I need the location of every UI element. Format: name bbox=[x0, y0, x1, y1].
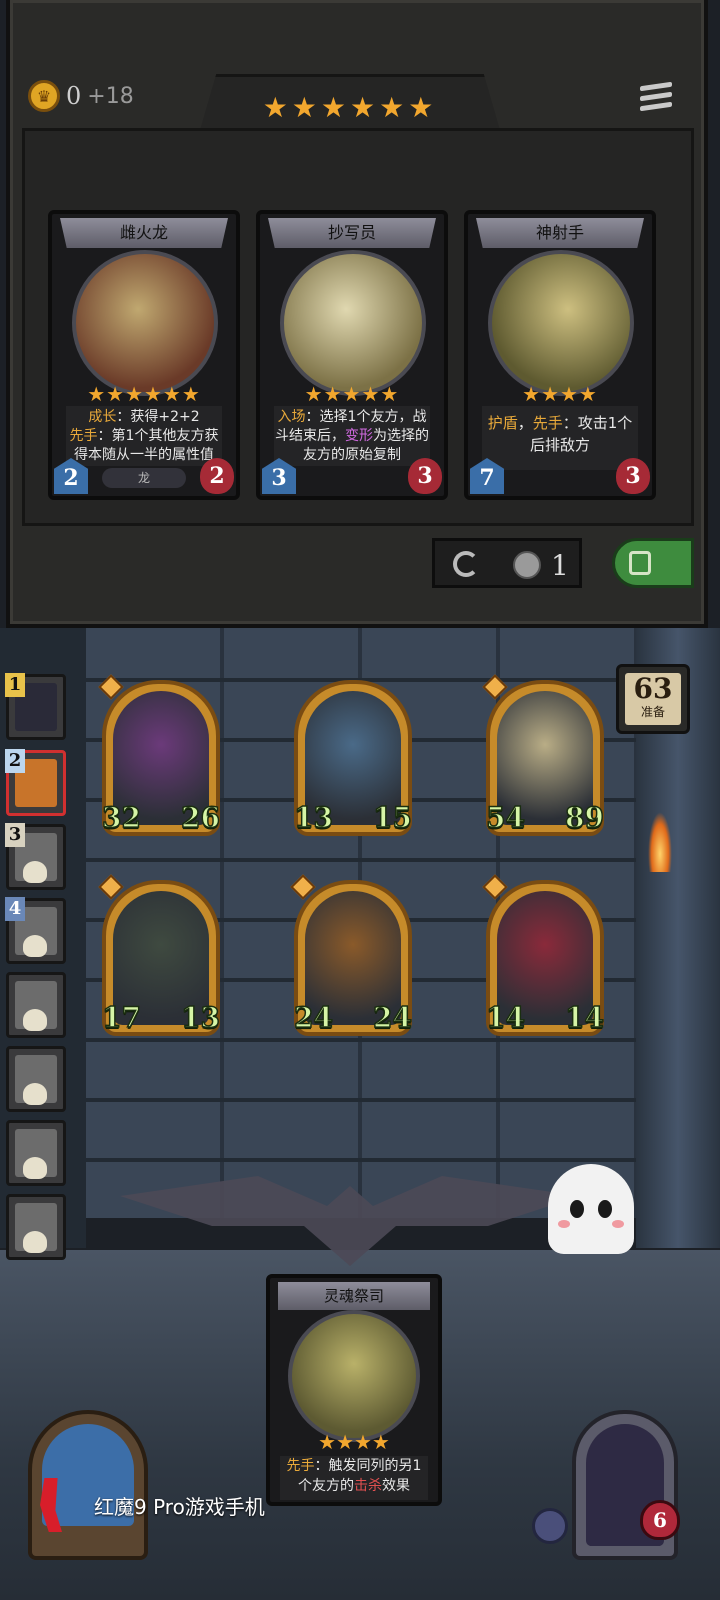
card-description: 先手：触发同列的另1个友方的击杀效果 bbox=[280, 1456, 428, 1500]
health-value: 3 bbox=[616, 458, 650, 494]
card-description: 入场：选择1个友方，战斗结束后，变形为选择的友方的原始复制 bbox=[274, 406, 430, 466]
ghost-eye bbox=[570, 1200, 584, 1218]
skull-icon bbox=[23, 1083, 47, 1105]
rank-badge: 4 bbox=[5, 897, 25, 921]
ghost-eye bbox=[598, 1200, 612, 1218]
card-title: 雌火龙 bbox=[60, 218, 228, 248]
desc-text: 效果 bbox=[382, 1478, 410, 1494]
roster-player-self[interactable]: 2 bbox=[5, 749, 66, 816]
skull-icon bbox=[23, 1157, 47, 1179]
skull-icon bbox=[23, 935, 47, 957]
round-number: 63 bbox=[633, 672, 673, 705]
shop-card[interactable]: 雌火龙 ★★★★★★ 成长：获得+2+2 先手：第1个其他友方获得本随从一半的属… bbox=[48, 210, 240, 500]
card-title: 抄写员 bbox=[268, 218, 436, 248]
card-stars: ★★★★ bbox=[318, 1430, 390, 1454]
hand-card[interactable]: 灵魂祭司 ★★★★ 先手：触发同列的另1个友方的击杀效果 bbox=[266, 1274, 442, 1506]
keyword: 先手 bbox=[69, 428, 98, 444]
desc-text: ：获得+2+2 bbox=[116, 409, 200, 425]
keyword: 击杀 bbox=[354, 1478, 382, 1494]
skull-icon bbox=[23, 1231, 47, 1253]
minion-health: 24 bbox=[372, 1000, 412, 1035]
board-minion[interactable]: 17 13 bbox=[98, 874, 221, 1036]
keyword: 护盾 bbox=[487, 414, 518, 432]
ghost-cheek bbox=[612, 1220, 624, 1228]
round-label: 准备 bbox=[640, 705, 665, 719]
minion-attack: 14 bbox=[485, 1000, 525, 1035]
coin-icon bbox=[513, 551, 541, 579]
roster-player[interactable] bbox=[6, 1046, 66, 1112]
skull-icon bbox=[23, 861, 47, 883]
keyword: 成长 bbox=[88, 409, 117, 425]
board-minion[interactable]: 13 15 bbox=[293, 680, 413, 836]
board-minion[interactable]: 54 89 bbox=[482, 674, 605, 836]
shop-card[interactable]: 抄写员 ★★★★★ 入场：选择1个友方，战斗结束后，变形为选择的友方的原始复制 … bbox=[256, 210, 448, 500]
board-minion[interactable]: 32 26 bbox=[98, 674, 221, 836]
card-description: 成长：获得+2+2 先手：第1个其他友方获得本随从一半的属性值 bbox=[66, 406, 222, 466]
rank-badge: 3 bbox=[5, 823, 25, 847]
device-watermark: 红魔9 Pro游戏手机 bbox=[40, 1478, 265, 1532]
health-value: 3 bbox=[408, 458, 442, 494]
ghost-mascot[interactable] bbox=[548, 1164, 634, 1254]
rank-badge: 1 bbox=[5, 673, 25, 697]
lock-icon bbox=[629, 551, 651, 575]
crown-coin-icon: ♛ bbox=[28, 80, 60, 112]
card-portrait bbox=[72, 250, 218, 396]
watermark-text: 红魔9 Pro游戏手机 bbox=[94, 1494, 265, 1519]
round-counter: 63 准备 bbox=[616, 664, 690, 734]
desc-text: ， bbox=[517, 414, 533, 432]
card-stars: ★★★★★★ bbox=[87, 382, 201, 406]
card-portrait bbox=[288, 1310, 420, 1442]
ghost-cheek bbox=[558, 1220, 570, 1228]
keyword: 入场 bbox=[277, 409, 306, 425]
minion-health: 14 bbox=[564, 1000, 604, 1035]
refresh-button[interactable]: 1 bbox=[432, 538, 582, 588]
gold-amount: 0 bbox=[66, 82, 82, 110]
rank-badge: 2 bbox=[5, 749, 25, 773]
gold-income: +18 bbox=[87, 83, 134, 109]
shield-icon bbox=[532, 1508, 568, 1544]
tribe-label: 龙 bbox=[102, 468, 186, 488]
card-portrait bbox=[280, 250, 426, 396]
roster-player[interactable] bbox=[6, 972, 66, 1038]
minion-attack: 54 bbox=[485, 800, 525, 835]
minion-attack: 13 bbox=[293, 800, 333, 835]
roster-player[interactable] bbox=[6, 1194, 66, 1260]
minion-health: 89 bbox=[564, 800, 604, 835]
red-magic-logo-icon bbox=[40, 1478, 62, 1532]
minion-attack: 32 bbox=[101, 800, 141, 835]
menu-icon[interactable] bbox=[640, 81, 672, 116]
refresh-icon bbox=[453, 551, 479, 577]
roster-player[interactable] bbox=[6, 1120, 66, 1186]
refresh-cost: 1 bbox=[551, 549, 569, 582]
roster-player[interactable]: 4 bbox=[5, 897, 66, 964]
hero-health: 6 bbox=[640, 1500, 680, 1540]
card-stars: ★★★★ bbox=[522, 382, 598, 406]
minion-health: 13 bbox=[180, 1000, 220, 1035]
card-stars: ★★★★★ bbox=[304, 382, 400, 406]
minion-health: 15 bbox=[372, 800, 412, 835]
keyword: 先手 bbox=[532, 414, 563, 432]
card-description: 护盾，先手：攻击1个后排敌方 bbox=[482, 406, 638, 470]
torch-flame bbox=[648, 812, 672, 872]
gold-display: ♛ 0 +18 bbox=[28, 80, 134, 112]
shop-card[interactable]: 神射手 ★★★★ 护盾，先手：攻击1个后排敌方 7 3 bbox=[464, 210, 656, 500]
lock-shop-button[interactable] bbox=[612, 538, 694, 588]
minion-attack: 17 bbox=[101, 1000, 141, 1035]
health-value: 2 bbox=[200, 458, 234, 494]
board-minion[interactable]: 24 24 bbox=[290, 874, 413, 1036]
card-title: 神射手 bbox=[476, 218, 644, 248]
card-portrait bbox=[488, 250, 634, 396]
minion-attack: 24 bbox=[293, 1000, 333, 1035]
skull-icon bbox=[23, 1009, 47, 1031]
keyword: 先手 bbox=[286, 1458, 315, 1474]
roster-player[interactable]: 3 bbox=[5, 823, 66, 890]
roster-player[interactable]: 1 bbox=[5, 673, 66, 740]
card-title: 灵魂祭司 bbox=[278, 1282, 430, 1310]
minion-health: 26 bbox=[180, 800, 220, 835]
keyword: 变形 bbox=[345, 428, 373, 444]
tier-stars: ★★★★★★ bbox=[262, 91, 438, 124]
board-minion[interactable]: 14 14 bbox=[482, 874, 605, 1036]
